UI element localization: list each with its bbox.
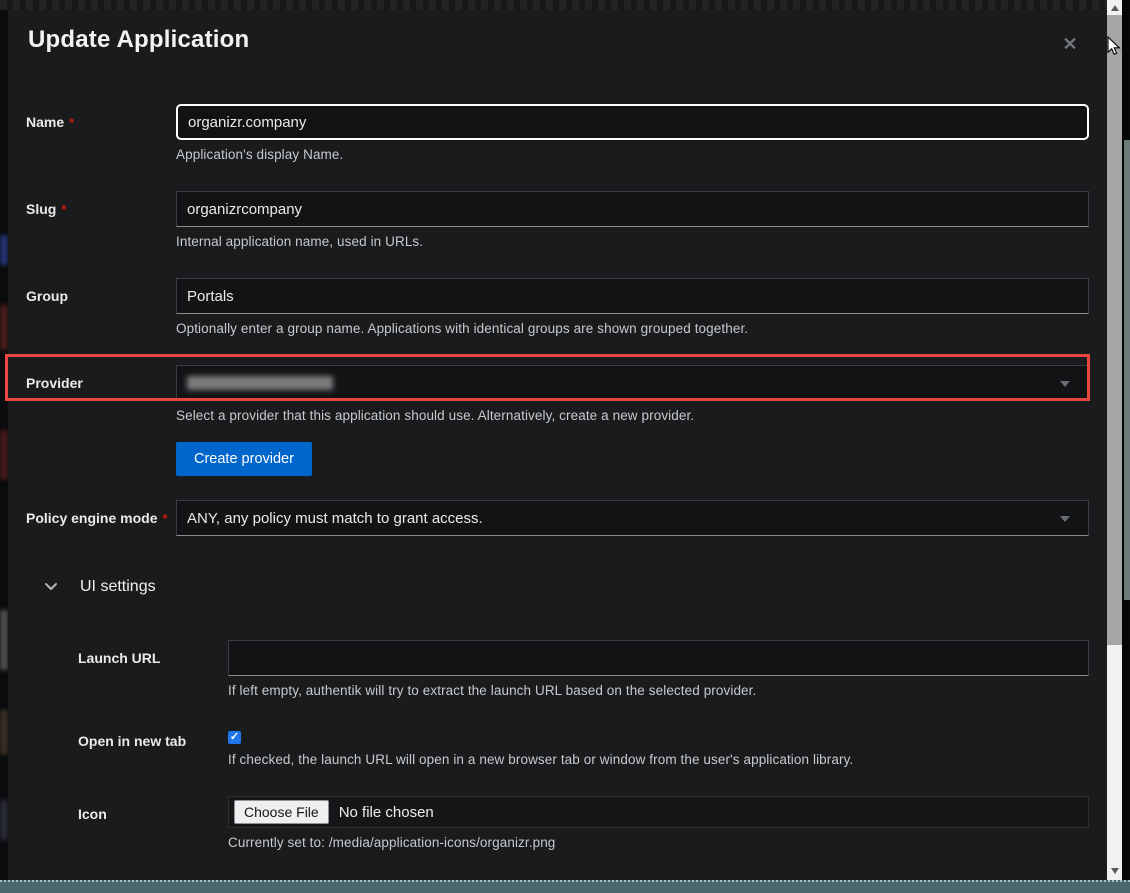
choose-file-button[interactable]: Choose File [234,800,329,824]
background-icon-fragment [0,235,8,265]
provider-label: Provider [26,365,176,476]
name-label: Name* [26,104,176,162]
open-in-new-tab-help: If checked, the launch URL will open in … [228,752,1089,767]
group-row: Group Optionally enter a group name. App… [26,278,1089,336]
close-icon[interactable]: ✕ [1058,32,1082,56]
check-icon: ✓ [230,731,239,744]
group-label: Group [26,278,176,336]
update-application-modal: Update Application ✕ Name* Application's… [8,10,1107,882]
provider-row: Provider Select a provider that this app… [26,365,1089,476]
launch-url-input[interactable] [228,640,1089,676]
screenshot-stage: Update Application ✕ Name* Application's… [0,0,1130,893]
provider-help: Select a provider that this application … [176,408,1089,423]
slug-help: Internal application name, used in URLs. [176,234,1089,249]
icon-file-input[interactable]: Choose File No file chosen [228,796,1089,828]
open-in-new-tab-checkbox[interactable]: ✓ [228,731,241,744]
provider-select[interactable] [176,365,1089,401]
background-icon-fragment [0,710,8,755]
launch-url-row: Launch URL If left empty, authentik will… [78,640,1089,698]
group-help: Optionally enter a group name. Applicati… [176,321,1089,336]
slug-label: Slug* [26,191,176,249]
open-in-new-tab-label: Open in new tab [78,727,228,767]
vertical-scrollbar[interactable] [1107,0,1122,880]
background-icon-fragment [0,430,8,480]
redacted-provider-value [187,376,333,390]
policy-engine-mode-label: Policy engine mode* [26,500,176,536]
icon-row: Icon Choose File No file chosen Currentl… [78,796,1089,850]
slug-row: Slug* Internal application name, used in… [26,191,1089,249]
ui-settings-section-label: UI settings [80,578,156,596]
policy-engine-mode-select[interactable]: ANY, any policy must match to grant acce… [176,500,1089,536]
scroll-up-icon[interactable] [1107,0,1122,15]
launch-url-label: Launch URL [78,640,228,698]
capture-top-edge [0,0,1130,10]
chevron-down-icon [1060,516,1070,522]
window-right-edge [1122,0,1130,893]
policy-engine-mode-value: ANY, any policy must match to grant acce… [187,510,483,527]
launch-url-help: If left empty, authentik will try to ext… [228,683,1089,698]
name-row: Name* Application's display Name. [26,104,1089,162]
background-icon-fragment [0,305,8,350]
capture-bottom-edge [0,880,1130,893]
application-form: Name* Application's display Name. Slug* … [26,104,1089,882]
group-input[interactable] [176,278,1089,314]
file-status-text: No file chosen [339,804,434,821]
background-icon-fragment [0,610,8,670]
required-asterisk: * [69,115,74,130]
policy-engine-mode-row: Policy engine mode* ANY, any policy must… [26,500,1089,536]
icon-help: Currently set to: /media/application-ico… [228,835,1089,850]
modal-title: Update Application [28,26,249,54]
chevron-down-icon [1060,381,1070,387]
background-icon-fragment [0,800,8,840]
window-edge-segment [1124,140,1130,600]
ui-settings-section-toggle[interactable]: UI settings [44,578,1089,596]
name-help: Application's display Name. [176,147,1089,162]
ui-settings-subsection: Launch URL If left empty, authentik will… [26,640,1089,882]
open-in-new-tab-row: Open in new tab ✓ If checked, the launch… [78,727,1089,767]
background-page-edge [0,10,8,882]
scrollbar-thumb[interactable] [1107,15,1122,645]
slug-input[interactable] [176,191,1089,227]
required-asterisk: * [61,202,66,217]
chevron-down-icon [44,578,58,596]
create-provider-button[interactable]: Create provider [176,442,312,476]
name-input[interactable] [176,104,1089,140]
required-asterisk: * [162,511,167,526]
scroll-down-icon[interactable] [1107,863,1122,878]
icon-label: Icon [78,796,228,850]
